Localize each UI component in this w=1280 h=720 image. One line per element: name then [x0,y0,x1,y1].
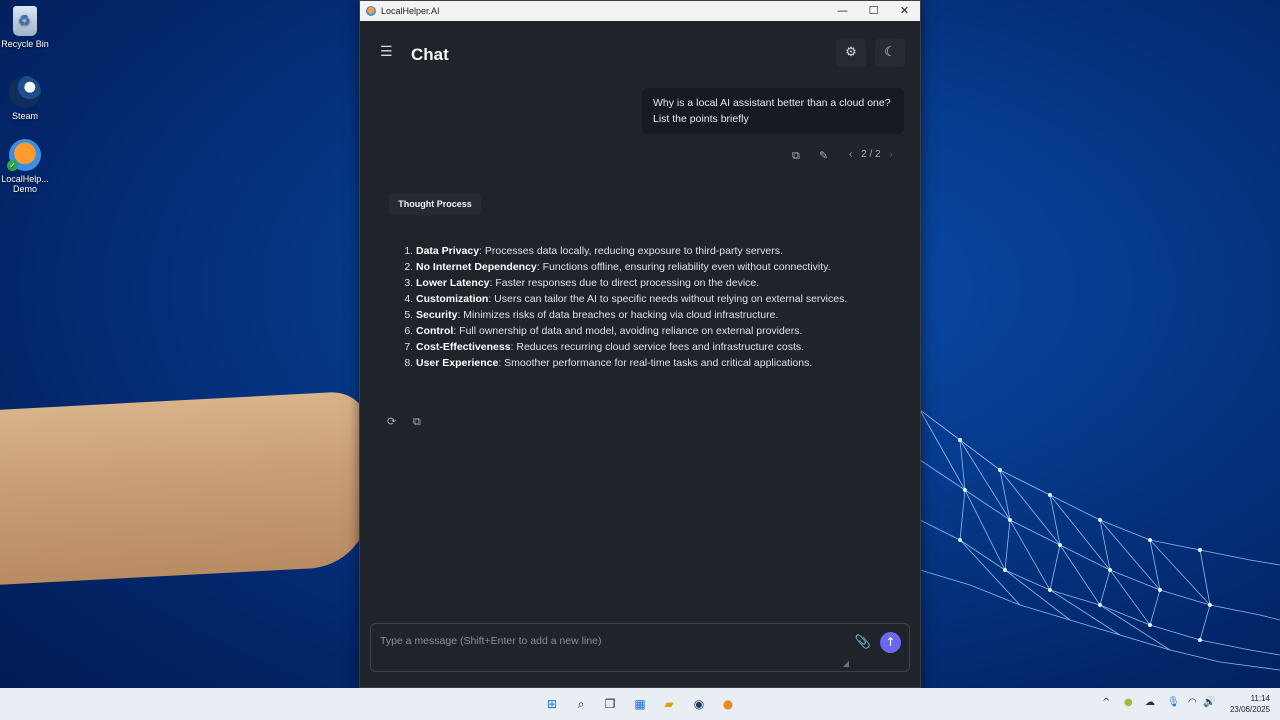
volume-icon[interactable]: 🔊 [1203,697,1215,708]
maximize-button[interactable]: ☐ [858,1,889,21]
widgets-icon[interactable]: ▦ [631,695,649,713]
answer-item-term: No Internet Dependency [416,261,537,273]
page-title: Chat [411,45,449,64]
answer-item-term: Security [416,309,458,321]
assistant-answer-list: Data Privacy: Processes data locally, re… [400,243,866,371]
resize-handle-icon[interactable]: ◢ [843,659,849,668]
response-page-indicator: 2 / 2 [861,149,881,160]
localhelper-taskbar-icon[interactable]: ● [719,695,737,713]
answer-item: Cost-Effectiveness: Reduces recurring cl… [416,339,866,355]
window-titlebar[interactable]: LocalHelper.AI — ☐ ✕ [360,1,920,21]
app-logo-icon [366,6,376,16]
user-message-bubble: Why is a local AI assistant better than … [642,88,904,134]
answer-item-text: : Full ownership of data and model, avoi… [453,325,803,337]
app-window: LocalHelper.AI — ☐ ✕ ☰ Chat ⚙ ☾ Why is a… [359,0,921,688]
next-response-chevron-icon[interactable]: › [889,149,892,160]
clock-time: 11:14 [1250,694,1270,703]
answer-item: Lower Latency: Faster responses due to d… [416,275,866,291]
wifi-icon[interactable]: ◠ [1188,697,1197,708]
window-controls: — ☐ ✕ [827,1,920,21]
task-view-icon[interactable]: ❐ [601,695,619,713]
taskbar-clock[interactable]: 11:14 23/06/2025 [1230,693,1270,715]
answer-item-term: User Experience [416,357,499,369]
file-explorer-icon[interactable]: ▰ [660,695,678,713]
desktop-icon-label: LocalHelp... Demo [1,174,49,194]
show-hidden-icons-chevron-icon[interactable]: ^ [1102,697,1110,708]
microphone-icon[interactable]: 🎙 [1167,697,1180,708]
close-button[interactable]: ✕ [889,1,920,21]
desktop-icon-localhelper[interactable]: ✓ LocalHelp... Demo [0,139,55,194]
desktop-icon-label: Steam [11,111,38,121]
copy-answer-icon[interactable]: ⧉ [413,415,421,429]
hamburger-menu-icon[interactable]: ☰ [380,45,396,59]
answer-item-text: : Users can tailor the AI to specific ne… [488,293,848,305]
response-pager: ‹ 2 / 2 › [846,149,896,160]
search-icon[interactable]: ⌕ [572,695,590,713]
clock-date: 23/06/2025 [1229,705,1270,714]
copy-message-icon[interactable]: ⧉ [792,149,800,163]
previous-response-chevron-icon[interactable]: ‹ [849,149,852,160]
steam-taskbar-icon[interactable]: ◉ [690,695,708,713]
answer-item-term: Data Privacy [416,245,480,257]
settings-gear-icon[interactable]: ⚙ [836,39,866,67]
answer-item-text: : Processes data locally, reducing expos… [479,245,783,257]
recycle-bin-icon [13,6,37,36]
regenerate-icon[interactable]: ⟳ [387,415,396,428]
wallpaper-mesh [920,409,1280,671]
start-windows-icon[interactable]: ⊞ [543,695,561,713]
desktop-icon-steam[interactable]: Steam [0,76,55,121]
dark-mode-moon-icon[interactable]: ☾ [875,39,905,67]
answer-item-text: : Minimizes risks of data breaches or ha… [457,309,779,321]
sync-check-icon: ✓ [7,160,18,171]
wallpaper-arm [0,390,370,585]
attach-file-icon[interactable]: 📎 [855,635,871,650]
answer-item-text: : Faster responses due to direct process… [489,277,760,289]
answer-item: Customization: Users can tailor the AI t… [416,291,866,307]
answer-item-text: : Reduces recurring cloud service fees a… [510,341,805,353]
edit-message-icon[interactable]: ✎ [819,149,828,163]
answer-item: Data Privacy: Processes data locally, re… [416,243,866,259]
send-button[interactable]: ↑ [880,632,901,653]
steam-icon [9,76,41,108]
answer-item: No Internet Dependency: Functions offlin… [416,259,866,275]
answer-item: Control: Full ownership of data and mode… [416,323,866,339]
message-composer: 📎 ↑ ◢ [370,623,910,672]
onedrive-cloud-icon[interactable]: ☁ [1145,697,1155,708]
answer-item-term: Control [416,325,454,337]
taskbar: ⊞ ⌕ ❐ ▦ ▰ ◉ ● ^ ● ☁ 🎙 ◠ 🔊 11:14 23/06/20… [0,688,1280,720]
localhelper-icon: ✓ [7,139,41,171]
thought-process-button[interactable]: Thought Process [389,193,481,215]
answer-item-text: : Smoother performance for real-time tas… [498,357,813,369]
answer-item: Security: Minimizes risks of data breach… [416,307,866,323]
answer-item-term: Lower Latency [416,277,490,289]
tray-app-icon[interactable]: ● [1124,697,1133,708]
answer-item: User Experience: Smoother performance fo… [416,355,866,371]
answer-item-term: Cost-Effectiveness [416,341,511,353]
desktop-icon-label: Recycle Bin [1,39,49,49]
window-title: LocalHelper.AI [381,6,440,16]
desktop-icon-recycle-bin[interactable]: Recycle Bin [0,6,55,49]
answer-item-text: : Functions offline, ensuring reliabilit… [536,261,831,273]
answer-item-term: Customization [416,293,489,305]
message-input[interactable] [378,631,842,651]
minimize-button[interactable]: — [827,1,858,21]
chat-header: ☰ Chat ⚙ ☾ [360,21,920,87]
